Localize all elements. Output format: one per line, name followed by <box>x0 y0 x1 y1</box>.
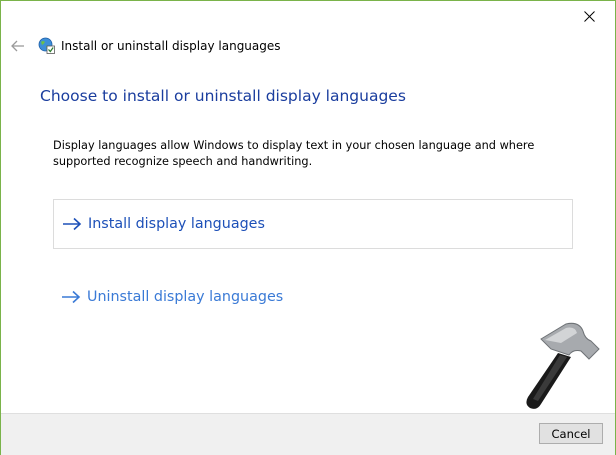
close-button[interactable] <box>577 5 601 27</box>
close-icon <box>583 10 595 22</box>
uninstall-display-languages-label: Uninstall display languages <box>87 289 284 305</box>
hammer-logo-icon <box>526 322 600 409</box>
header-title: Install or uninstall display languages <box>61 39 281 53</box>
back-button[interactable] <box>9 37 27 55</box>
dialog-header: Install or uninstall display languages <box>1 31 615 61</box>
dialog-footer: Cancel <box>1 413 615 455</box>
right-arrow-icon <box>62 290 81 304</box>
right-arrow-icon <box>63 217 82 231</box>
cancel-button[interactable]: Cancel <box>539 423 603 444</box>
page-heading: Choose to install or uninstall display l… <box>40 87 406 105</box>
back-arrow-icon <box>11 40 24 52</box>
dialog-window: Install or uninstall display languages C… <box>0 0 616 455</box>
uninstall-display-languages-link[interactable]: Uninstall display languages <box>53 272 573 322</box>
install-display-languages-label: Install display languages <box>88 216 265 232</box>
install-display-languages-link[interactable]: Install display languages <box>53 199 573 249</box>
language-globe-icon <box>38 37 55 54</box>
description-text: Display languages allow Windows to displ… <box>53 139 535 168</box>
